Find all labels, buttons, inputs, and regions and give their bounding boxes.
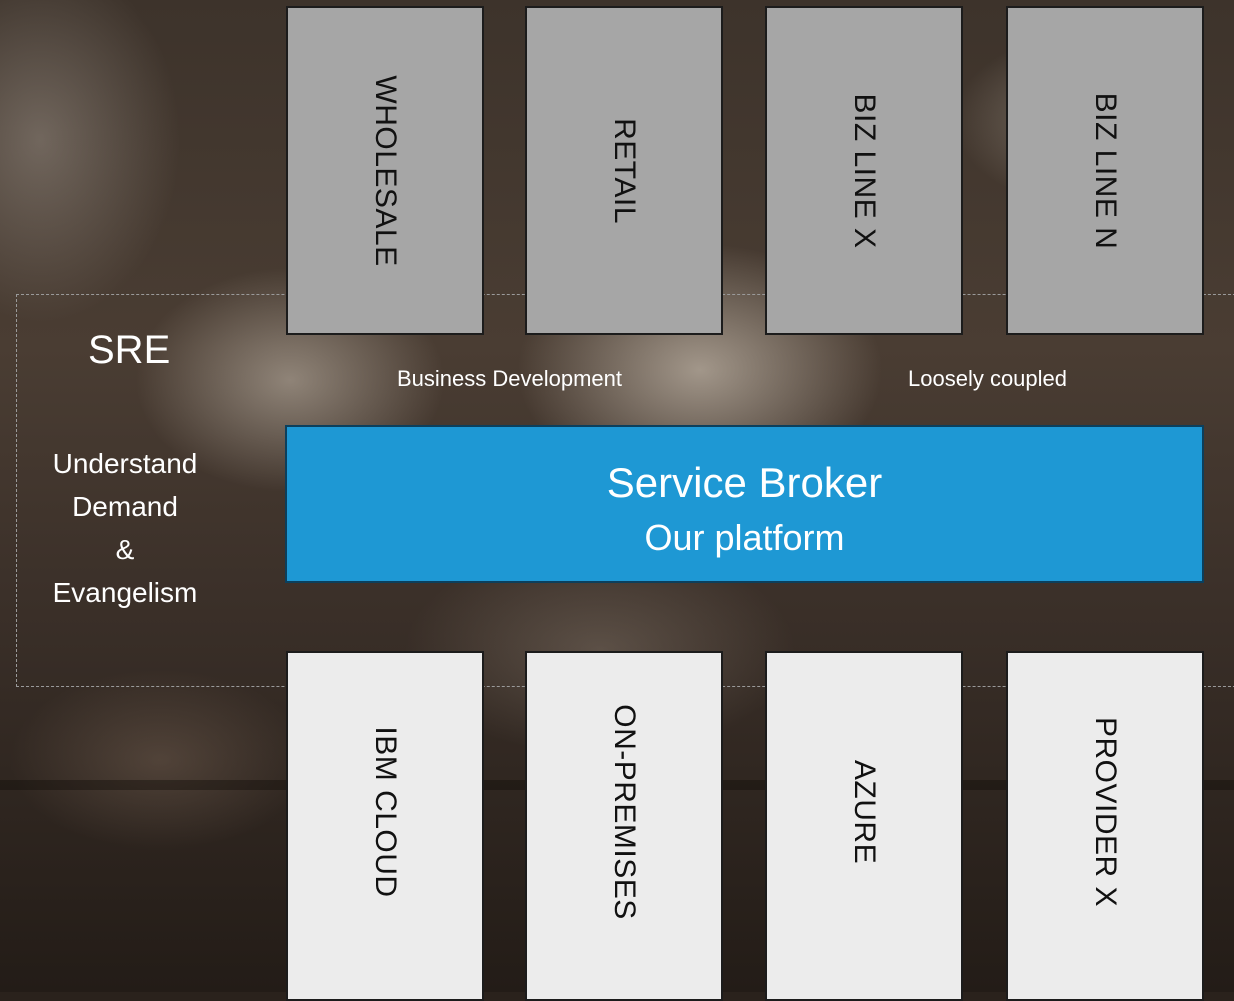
consumer-label: BIZ LINE N [1089, 92, 1122, 249]
sre-title: SRE [88, 328, 171, 372]
provider-label: PROVIDER X [1089, 717, 1122, 908]
provider-label: ON-PREMISES [608, 704, 641, 920]
provider-box-provider-x: PROVIDER X [1006, 651, 1204, 1001]
service-broker-subtitle: Our platform [644, 517, 845, 558]
provider-label: AZURE [848, 760, 881, 865]
service-broker-title: Service Broker [606, 459, 883, 506]
consumer-box-biz-line-x: BIZ LINE X [765, 6, 963, 335]
provider-box-azure: AZURE [765, 651, 963, 1001]
consumer-label: WHOLESALE [369, 74, 402, 267]
provider-label: IBM CLOUD [369, 726, 402, 898]
sre-description: Understand Demand & Evangelism [30, 442, 220, 614]
sre-line: Demand [72, 491, 178, 522]
sre-line: & [115, 534, 135, 565]
consumer-box-biz-line-n: BIZ LINE N [1006, 6, 1204, 335]
provider-box-ibm-cloud: IBM CLOUD [286, 651, 484, 1001]
consumer-box-wholesale: WHOLESALE [286, 6, 484, 335]
consumer-label: RETAIL [608, 117, 641, 224]
consumer-box-retail: RETAIL [525, 6, 723, 335]
sre-line: Evangelism [52, 577, 198, 608]
service-broker-box: Service Broker Our platform [285, 425, 1204, 583]
consumer-label: BIZ LINE X [848, 92, 881, 249]
caption-loosely-coupled: Loosely coupled [908, 366, 1068, 391]
sre-line: Understand [52, 448, 198, 479]
caption-business-development: Business Development [397, 366, 623, 391]
provider-box-on-premises: ON-PREMISES [525, 651, 723, 1001]
